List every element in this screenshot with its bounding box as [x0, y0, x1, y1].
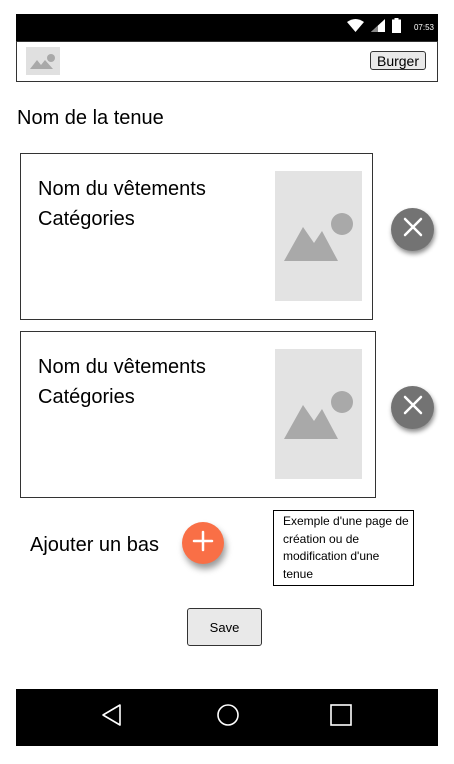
app-bar: Burger	[16, 41, 438, 82]
back-triangle-icon	[100, 703, 124, 732]
close-icon	[402, 216, 424, 243]
status-bar: 07:53	[16, 14, 438, 41]
outfit-name-label[interactable]: Nom de la tenue	[17, 107, 164, 130]
image-placeholder-icon	[26, 54, 60, 79]
clothing-item-category: Catégories	[38, 386, 135, 408]
image-placeholder-icon	[275, 213, 362, 305]
add-bottom-button[interactable]	[182, 522, 224, 564]
status-icons: 07:53	[346, 14, 438, 41]
nav-home-button[interactable]	[208, 689, 248, 746]
clothing-item-card[interactable]: Nom du vêtements Catégories	[20, 153, 373, 320]
clothing-item-image	[275, 171, 362, 301]
home-circle-icon	[216, 703, 240, 732]
close-icon	[402, 394, 424, 421]
signal-icon	[370, 18, 385, 37]
nav-back-button[interactable]	[92, 689, 132, 746]
image-placeholder-icon	[275, 391, 362, 483]
clothing-item-text: Nom du vêtements Catégories	[38, 352, 206, 412]
clothing-item-name: Nom du vêtements	[38, 178, 206, 200]
logo	[26, 47, 60, 75]
add-bottom-label: Ajouter un bas	[30, 534, 159, 556]
clothing-item-text: Nom du vêtements Catégories	[38, 174, 206, 234]
recent-square-icon	[329, 703, 353, 732]
nav-recent-apps-button[interactable]	[321, 689, 361, 746]
clothing-item-card[interactable]: Nom du vêtements Catégories	[20, 331, 376, 498]
clothing-item-category: Catégories	[38, 208, 135, 230]
clothing-item-name: Nom du vêtements	[38, 356, 206, 378]
status-time: 07:53	[413, 23, 434, 32]
remove-item-button[interactable]	[391, 386, 434, 429]
remove-item-button[interactable]	[391, 208, 434, 251]
wifi-icon	[346, 18, 364, 37]
plus-icon	[192, 530, 214, 557]
burger-menu-button[interactable]: Burger	[370, 51, 426, 70]
battery-icon	[391, 17, 401, 38]
save-button[interactable]: Save	[187, 608, 262, 646]
phone-frame: 07:53 Burger Nom de la tenue Nom du vête…	[16, 14, 438, 746]
annotation-note: Exemple d'une page de création ou de mod…	[273, 510, 414, 586]
clothing-item-image	[275, 349, 362, 479]
navigation-bar	[16, 689, 438, 746]
